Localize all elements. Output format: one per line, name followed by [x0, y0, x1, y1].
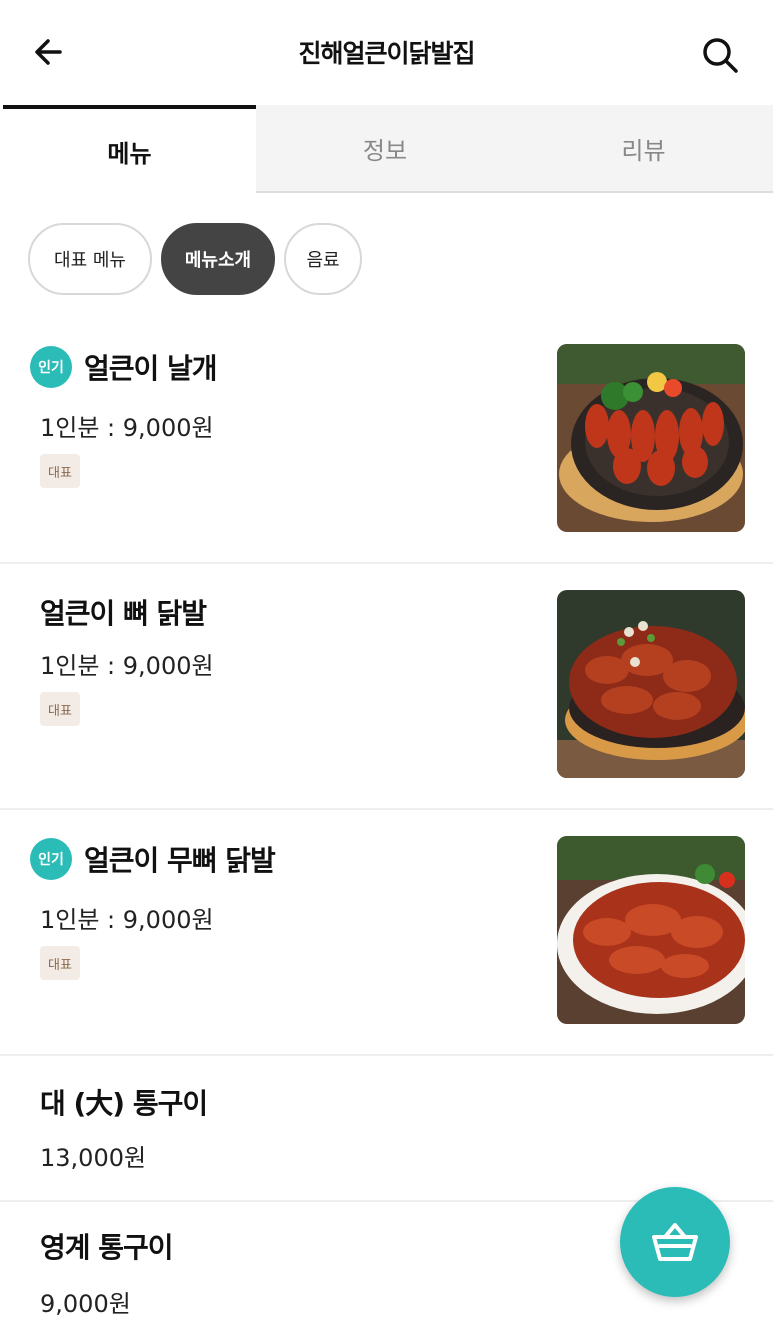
item-name-row: 인기 얼큰이 날개 — [30, 346, 218, 388]
menu-item[interactable]: 대 (大) 통구이 13,000원 — [0, 1056, 773, 1202]
category-chips: 대표 메뉴 메뉴소개 음료 — [28, 223, 362, 295]
signature-badge: 대표 — [40, 454, 80, 488]
item-price: 1인분 : 9,000원 — [40, 906, 214, 934]
item-name: 대 (大) 통구이 — [40, 1087, 208, 1120]
item-name-row: 인기 얼큰이 무뼈 닭발 — [30, 838, 276, 880]
item-price: 13,000원 — [40, 1144, 147, 1172]
food-photo — [557, 590, 745, 778]
menu-item[interactable]: 인기 얼큰이 무뼈 닭발 1인분 : 9,000원 대표 — [0, 810, 773, 1056]
tab-info[interactable]: 정보 — [256, 105, 514, 193]
item-price: 1인분 : 9,000원 — [40, 414, 214, 442]
item-price: 9,000원 — [40, 1290, 131, 1318]
popular-badge: 인기 — [30, 346, 72, 388]
signature-badge: 대표 — [40, 692, 80, 726]
item-name: 얼큰이 날개 — [84, 352, 218, 385]
tab-bar: 메뉴 정보 리뷰 — [0, 105, 773, 195]
signature-badge: 대표 — [40, 946, 80, 980]
item-name: 얼큰이 뼈 닭발 — [40, 597, 207, 630]
page-title: 진해얼큰이닭발집 — [298, 39, 475, 68]
item-price: 1인분 : 9,000원 — [40, 652, 214, 680]
popular-badge: 인기 — [30, 838, 72, 880]
menu-item[interactable]: 인기 얼큰이 날개 1인분 : 9,000원 대표 — [0, 318, 773, 564]
tab-review[interactable]: 리뷰 — [514, 105, 773, 193]
search-icon — [703, 38, 738, 73]
chip-drinks[interactable]: 음료 — [284, 223, 362, 295]
item-name: 얼큰이 무뼈 닭발 — [84, 844, 276, 877]
food-photo — [557, 344, 745, 532]
menu-item[interactable]: 얼큰이 뼈 닭발 1인분 : 9,000원 대표 — [0, 564, 773, 810]
basket-icon — [652, 1223, 698, 1261]
search-button[interactable] — [699, 32, 743, 76]
item-name-row: 얼큰이 뼈 닭발 — [30, 592, 207, 632]
cart-button[interactable] — [620, 1187, 730, 1297]
food-photo — [557, 836, 745, 1024]
item-name-row: 대 (大) 통구이 — [30, 1082, 208, 1122]
chip-menu-intro[interactable]: 메뉴소개 — [161, 223, 275, 295]
chip-signature-menu[interactable]: 대표 메뉴 — [28, 223, 152, 295]
item-name: 영계 통구이 — [40, 1231, 174, 1264]
tab-menu[interactable]: 메뉴 — [3, 105, 256, 193]
item-name-row: 영계 통구이 — [30, 1226, 174, 1266]
app-header: 진해얼큰이닭발집 — [0, 0, 773, 105]
